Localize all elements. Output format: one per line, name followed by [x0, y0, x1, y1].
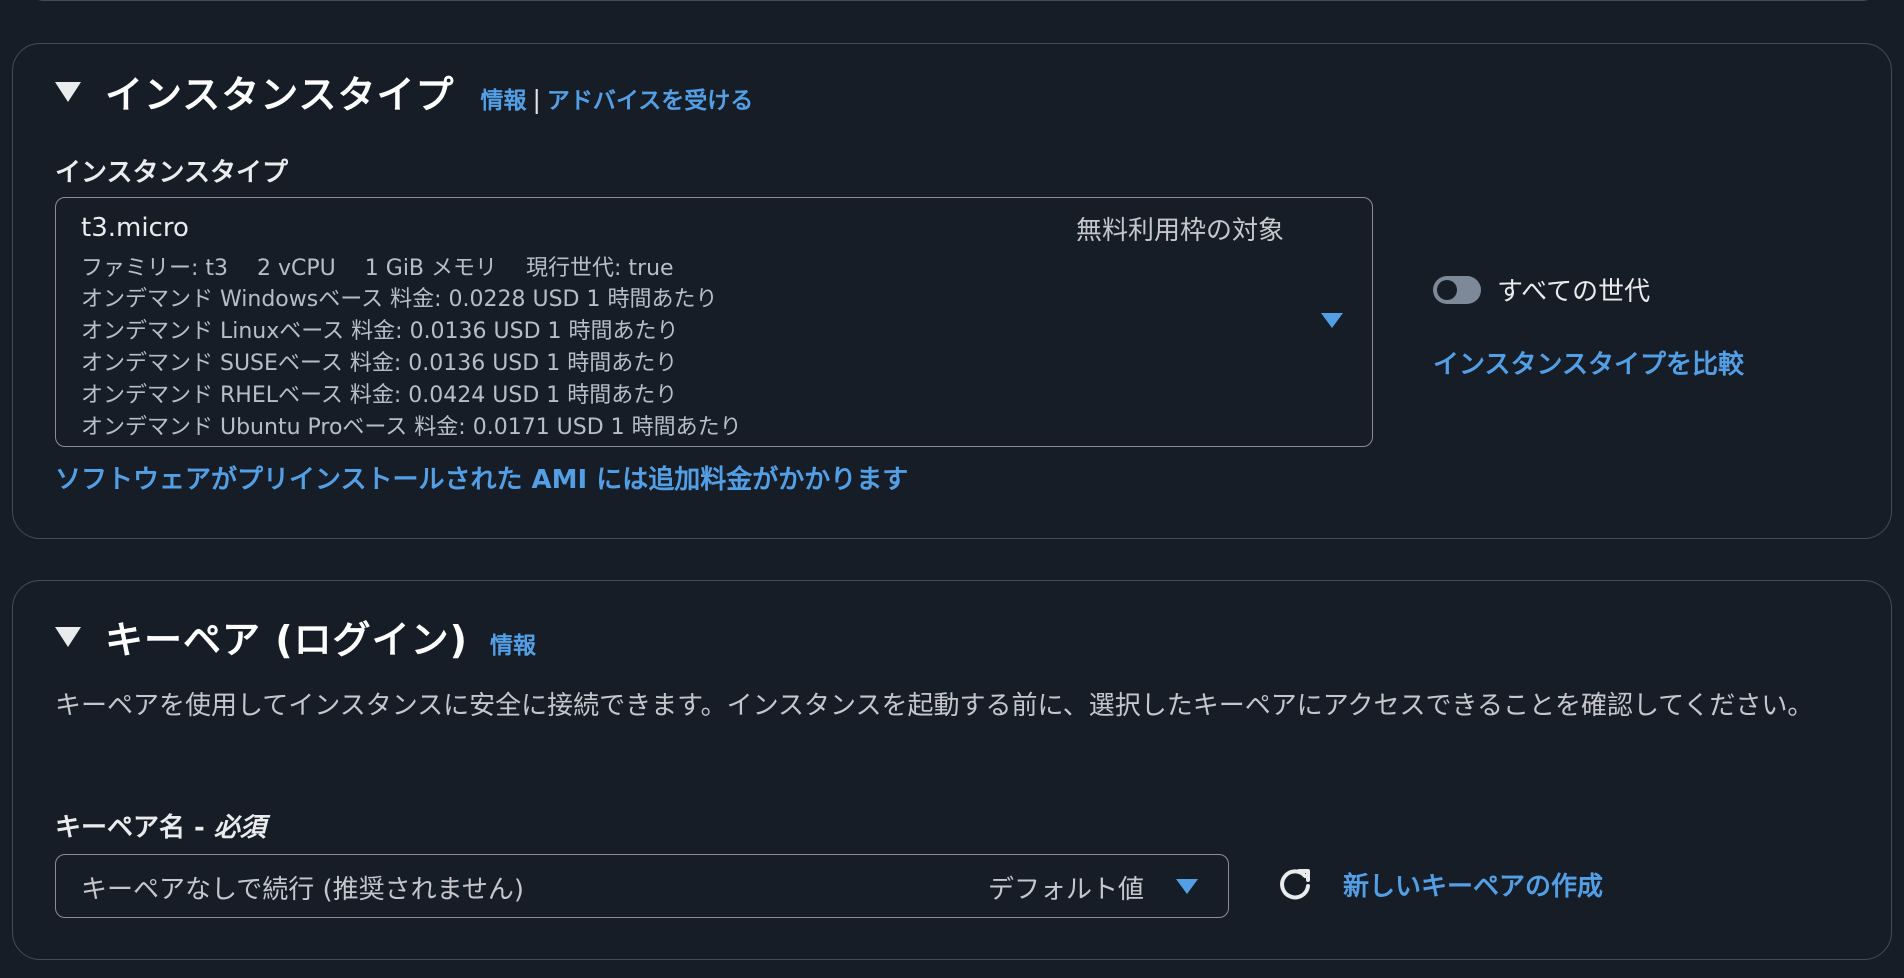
info-link[interactable]: 情報 [480, 81, 526, 115]
toggle-label: すべての世代 [1497, 277, 1651, 307]
key-pair-panel: キーペア (ログイン) 情報 キーペアを使用してインスタンスに安全に接続できます… [12, 580, 1892, 960]
instance-type-name: t3.micro [81, 213, 189, 243]
vcpu-spec: 2 vCPU [257, 256, 336, 281]
link-separator: | [532, 85, 541, 114]
key-pair-description: キーペアを使用してインスタンスに安全に接続できます。インスタンスを起動する前に、… [55, 691, 1814, 721]
section-title: キーペア (ログイン) [105, 618, 468, 662]
instance-specs: ファミリー: t3 2 vCPU 1 GiB メモリ 現行世代: true [81, 250, 696, 282]
collapse-caret-icon[interactable] [55, 627, 81, 647]
previous-panel-edge [24, 0, 1882, 1]
default-value-tag: デフォルト値 [988, 875, 1145, 905]
get-advice-link[interactable]: アドバイスを受ける [547, 81, 753, 115]
create-new-key-pair-link[interactable]: 新しいキーペアの作成 [1343, 866, 1603, 903]
required-text: 必須 [213, 813, 266, 843]
key-pair-header: キーペア (ログイン) 情報 [55, 609, 536, 664]
memory-spec: 1 GiB メモリ [364, 256, 498, 281]
generation-spec: 現行世代: true [526, 256, 674, 281]
price-windows: オンデマンド Windowsベース 料金: 0.0228 USD 1 時間あたり [81, 287, 718, 312]
key-pair-name-label: キーペア名 - 必須 [55, 807, 266, 844]
instance-type-panel: インスタンスタイプ 情報 | アドバイスを受ける インスタンスタイプ t3.mi… [12, 43, 1892, 539]
ami-charges-link[interactable]: ソフトウェアがプリインストールされた AMI には追加料金がかかります [55, 459, 908, 496]
family-spec: ファミリー: t3 [81, 256, 229, 281]
collapse-caret-icon[interactable] [55, 82, 81, 102]
info-link[interactable]: 情報 [490, 626, 536, 660]
toggle-knob [1437, 279, 1457, 300]
free-tier-badge: 無料利用枠の対象 [1076, 216, 1285, 246]
instance-type-select[interactable]: t3.micro 無料利用枠の対象 ファミリー: t3 2 vCPU 1 GiB… [55, 197, 1373, 447]
dropdown-arrow-icon [1321, 313, 1343, 328]
key-pair-name-text: キーペア名 - [55, 813, 214, 843]
price-ubuntu-pro: オンデマンド Ubuntu Proベース 料金: 0.0171 USD 1 時間… [81, 415, 742, 440]
all-generations-toggle[interactable]: すべての世代 [1433, 271, 1650, 308]
price-suse: オンデマンド SUSEベース 料金: 0.0136 USD 1 時間あたり [81, 351, 678, 376]
price-linux: オンデマンド Linuxベース 料金: 0.0136 USD 1 時間あたり [81, 319, 679, 344]
toggle-switch[interactable] [1433, 275, 1481, 304]
key-pair-select[interactable]: キーペアなしで続行 (推奨されません) デフォルト値 [55, 854, 1229, 918]
key-pair-selected-value: キーペアなしで続行 (推奨されません) [81, 875, 524, 905]
instance-type-label: インスタンスタイプ [55, 158, 288, 188]
instance-type-header: インスタンスタイプ 情報 | アドバイスを受ける [55, 64, 753, 119]
refresh-icon[interactable] [1275, 864, 1315, 904]
dropdown-arrow-icon [1176, 879, 1198, 894]
compare-instance-types-link[interactable]: インスタンスタイプを比較 [1433, 344, 1744, 381]
section-title: インスタンスタイプ [105, 73, 455, 117]
price-rhel: オンデマンド RHELベース 料金: 0.0424 USD 1 時間あたり [81, 383, 678, 408]
